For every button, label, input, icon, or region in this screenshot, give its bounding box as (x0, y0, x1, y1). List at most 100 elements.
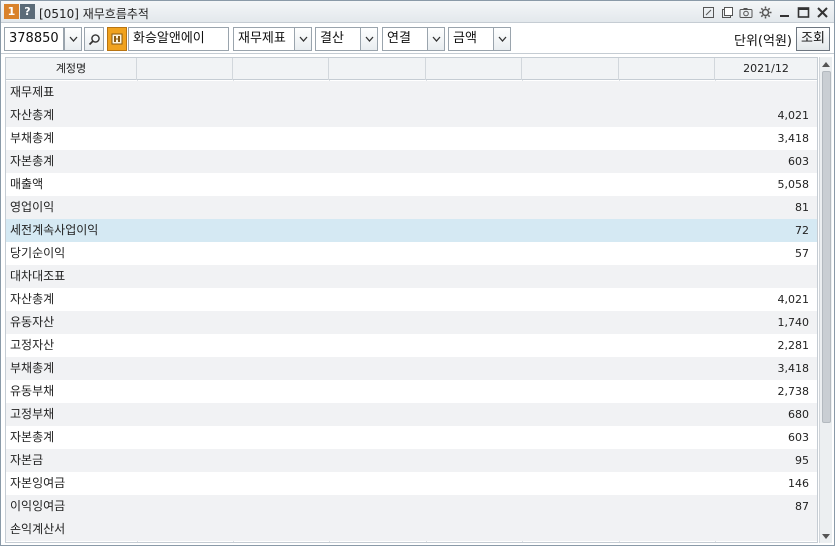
header-account-name[interactable]: 계정명 (6, 58, 137, 80)
account-name-cell: 고정자산 (10, 338, 55, 352)
statement-type-dropdown[interactable] (294, 27, 312, 51)
account-name-cell: 매출액 (10, 177, 44, 191)
account-name-cell: 영업이익 (10, 200, 55, 214)
table-row[interactable]: 유동부채 2,738 (6, 380, 817, 403)
value-cell: 87 (795, 500, 809, 513)
period-type-dropdown[interactable] (360, 27, 378, 51)
chevron-down-icon (299, 36, 307, 42)
table-row[interactable]: 고정자산 2,281 (6, 334, 817, 357)
chevron-down-icon (69, 36, 77, 42)
account-name-cell: 자본총계 (10, 430, 55, 444)
stock-info-button[interactable] (107, 27, 127, 51)
account-name-cell: 자본총계 (10, 154, 55, 168)
account-name-cell: 자본금 (10, 453, 44, 467)
account-name-cell: 재무제표 (10, 85, 55, 99)
value-cell: 2,738 (777, 385, 810, 398)
header-empty-column (619, 58, 715, 80)
account-name-cell: 부채총계 (10, 361, 55, 375)
query-button[interactable]: 조회 (796, 27, 830, 51)
value-cell: 72 (795, 224, 809, 237)
search-icon (88, 33, 100, 45)
screen-number-badge[interactable]: 1 (4, 4, 19, 19)
header-empty-column (233, 58, 329, 80)
camera-icon[interactable] (738, 4, 754, 20)
value-cell: 3,418 (777, 362, 810, 375)
table-row[interactable]: 부채총계 3,418 (6, 127, 817, 150)
titlebar-icons (700, 4, 830, 20)
table-row[interactable]: 당기순이익 57 (6, 242, 817, 265)
table-row[interactable]: 고정부채 680 (6, 403, 817, 426)
table-row[interactable]: 자본총계 603 (6, 150, 817, 173)
grid-header: 계정명 2021/12 (6, 58, 817, 80)
header-empty-column (329, 58, 426, 80)
close-icon[interactable] (814, 4, 830, 20)
table-row[interactable]: 자본총계 603 (6, 426, 817, 449)
value-cell: 57 (795, 247, 809, 260)
table-row[interactable]: 매출액 5,058 (6, 173, 817, 196)
vertical-scrollbar[interactable] (819, 57, 832, 543)
value-type-dropdown[interactable] (493, 27, 511, 51)
statement-type-select[interactable]: 재무제표 (233, 27, 295, 51)
period-type-select[interactable]: 결산 (315, 27, 361, 51)
link-icon[interactable] (700, 4, 716, 20)
table-row[interactable]: 자본잉여금 146 (6, 472, 817, 495)
value-cell: 95 (795, 454, 809, 467)
header-empty-column (522, 58, 619, 80)
financial-flow-window: 1 ? [0510] 재무흐름추적 378850 화승알앤에이 재무제표 결산 … (0, 0, 835, 546)
stock-code-input[interactable]: 378850 (4, 27, 64, 51)
table-row[interactable]: 자본금 95 (6, 449, 817, 472)
value-cell: 4,021 (777, 109, 810, 122)
section-row[interactable]: 대차대조표 (6, 265, 817, 288)
scroll-up-icon[interactable] (820, 58, 832, 70)
header-empty-column (426, 58, 522, 80)
account-name-cell: 유동자산 (10, 315, 55, 329)
table-row[interactable]: 유동자산 1,740 (6, 311, 817, 334)
table-row[interactable]: 부채총계 3,418 (6, 357, 817, 380)
value-type-select[interactable]: 금액 (448, 27, 494, 51)
value-cell: 603 (788, 431, 809, 444)
value-cell: 2,281 (777, 339, 810, 352)
scroll-down-icon[interactable] (820, 530, 832, 542)
unit-label: 단위(억원) (734, 34, 792, 49)
window-title: [0510] 재무흐름추적 (39, 7, 149, 21)
maximize-icon[interactable] (795, 4, 811, 20)
value-cell: 4,021 (777, 293, 810, 306)
help-icon[interactable]: ? (20, 4, 35, 19)
chevron-down-icon (498, 36, 506, 42)
consolidation-dropdown[interactable] (427, 27, 445, 51)
value-cell: 3,418 (777, 132, 810, 145)
table-row[interactable]: 자산총계 4,021 (6, 288, 817, 311)
account-name-cell: 당기순이익 (10, 246, 66, 260)
header-period-2021-12[interactable]: 2021/12 (715, 58, 817, 80)
section-row[interactable]: 재무제표 (6, 81, 817, 104)
toolbar: 378850 화승알앤에이 재무제표 결산 연결 금액 단위(억원) 조회 (1, 24, 834, 54)
value-cell: 5,058 (777, 178, 810, 191)
scrollbar-thumb[interactable] (822, 71, 831, 423)
account-name-cell: 이익잉여금 (10, 499, 66, 513)
account-name-cell: 자본잉여금 (10, 476, 66, 490)
minimize-icon[interactable] (776, 4, 792, 20)
account-name-cell: 자산총계 (10, 292, 55, 306)
section-row[interactable]: 손익계산서 (6, 518, 817, 541)
stock-code-dropdown[interactable] (64, 27, 82, 51)
value-cell: 81 (795, 201, 809, 214)
value-cell: 146 (788, 477, 809, 490)
chevron-down-icon (365, 36, 373, 42)
account-name-cell: 부채총계 (10, 131, 55, 145)
settings-icon[interactable] (757, 4, 773, 20)
table-row[interactable]: 영업이익 81 (6, 196, 817, 219)
title-bar: 1 ? [0510] 재무흐름추적 (1, 1, 834, 23)
value-cell: 1,740 (777, 316, 810, 329)
search-button[interactable] (84, 27, 104, 51)
table-row[interactable]: 세전계속사업이익 72 (6, 219, 817, 242)
account-name-cell: 자산총계 (10, 108, 55, 122)
copy-icon[interactable] (719, 4, 735, 20)
table-row[interactable]: 자산총계 4,021 (6, 104, 817, 127)
table-row[interactable]: 이익잉여금 87 (6, 495, 817, 518)
consolidation-select[interactable]: 연결 (382, 27, 428, 51)
chevron-down-icon (432, 36, 440, 42)
header-empty-column (137, 58, 233, 80)
value-cell: 603 (788, 155, 809, 168)
company-name-field: 화승알앤에이 (128, 27, 229, 51)
account-name-cell: 손익계산서 (10, 522, 66, 536)
